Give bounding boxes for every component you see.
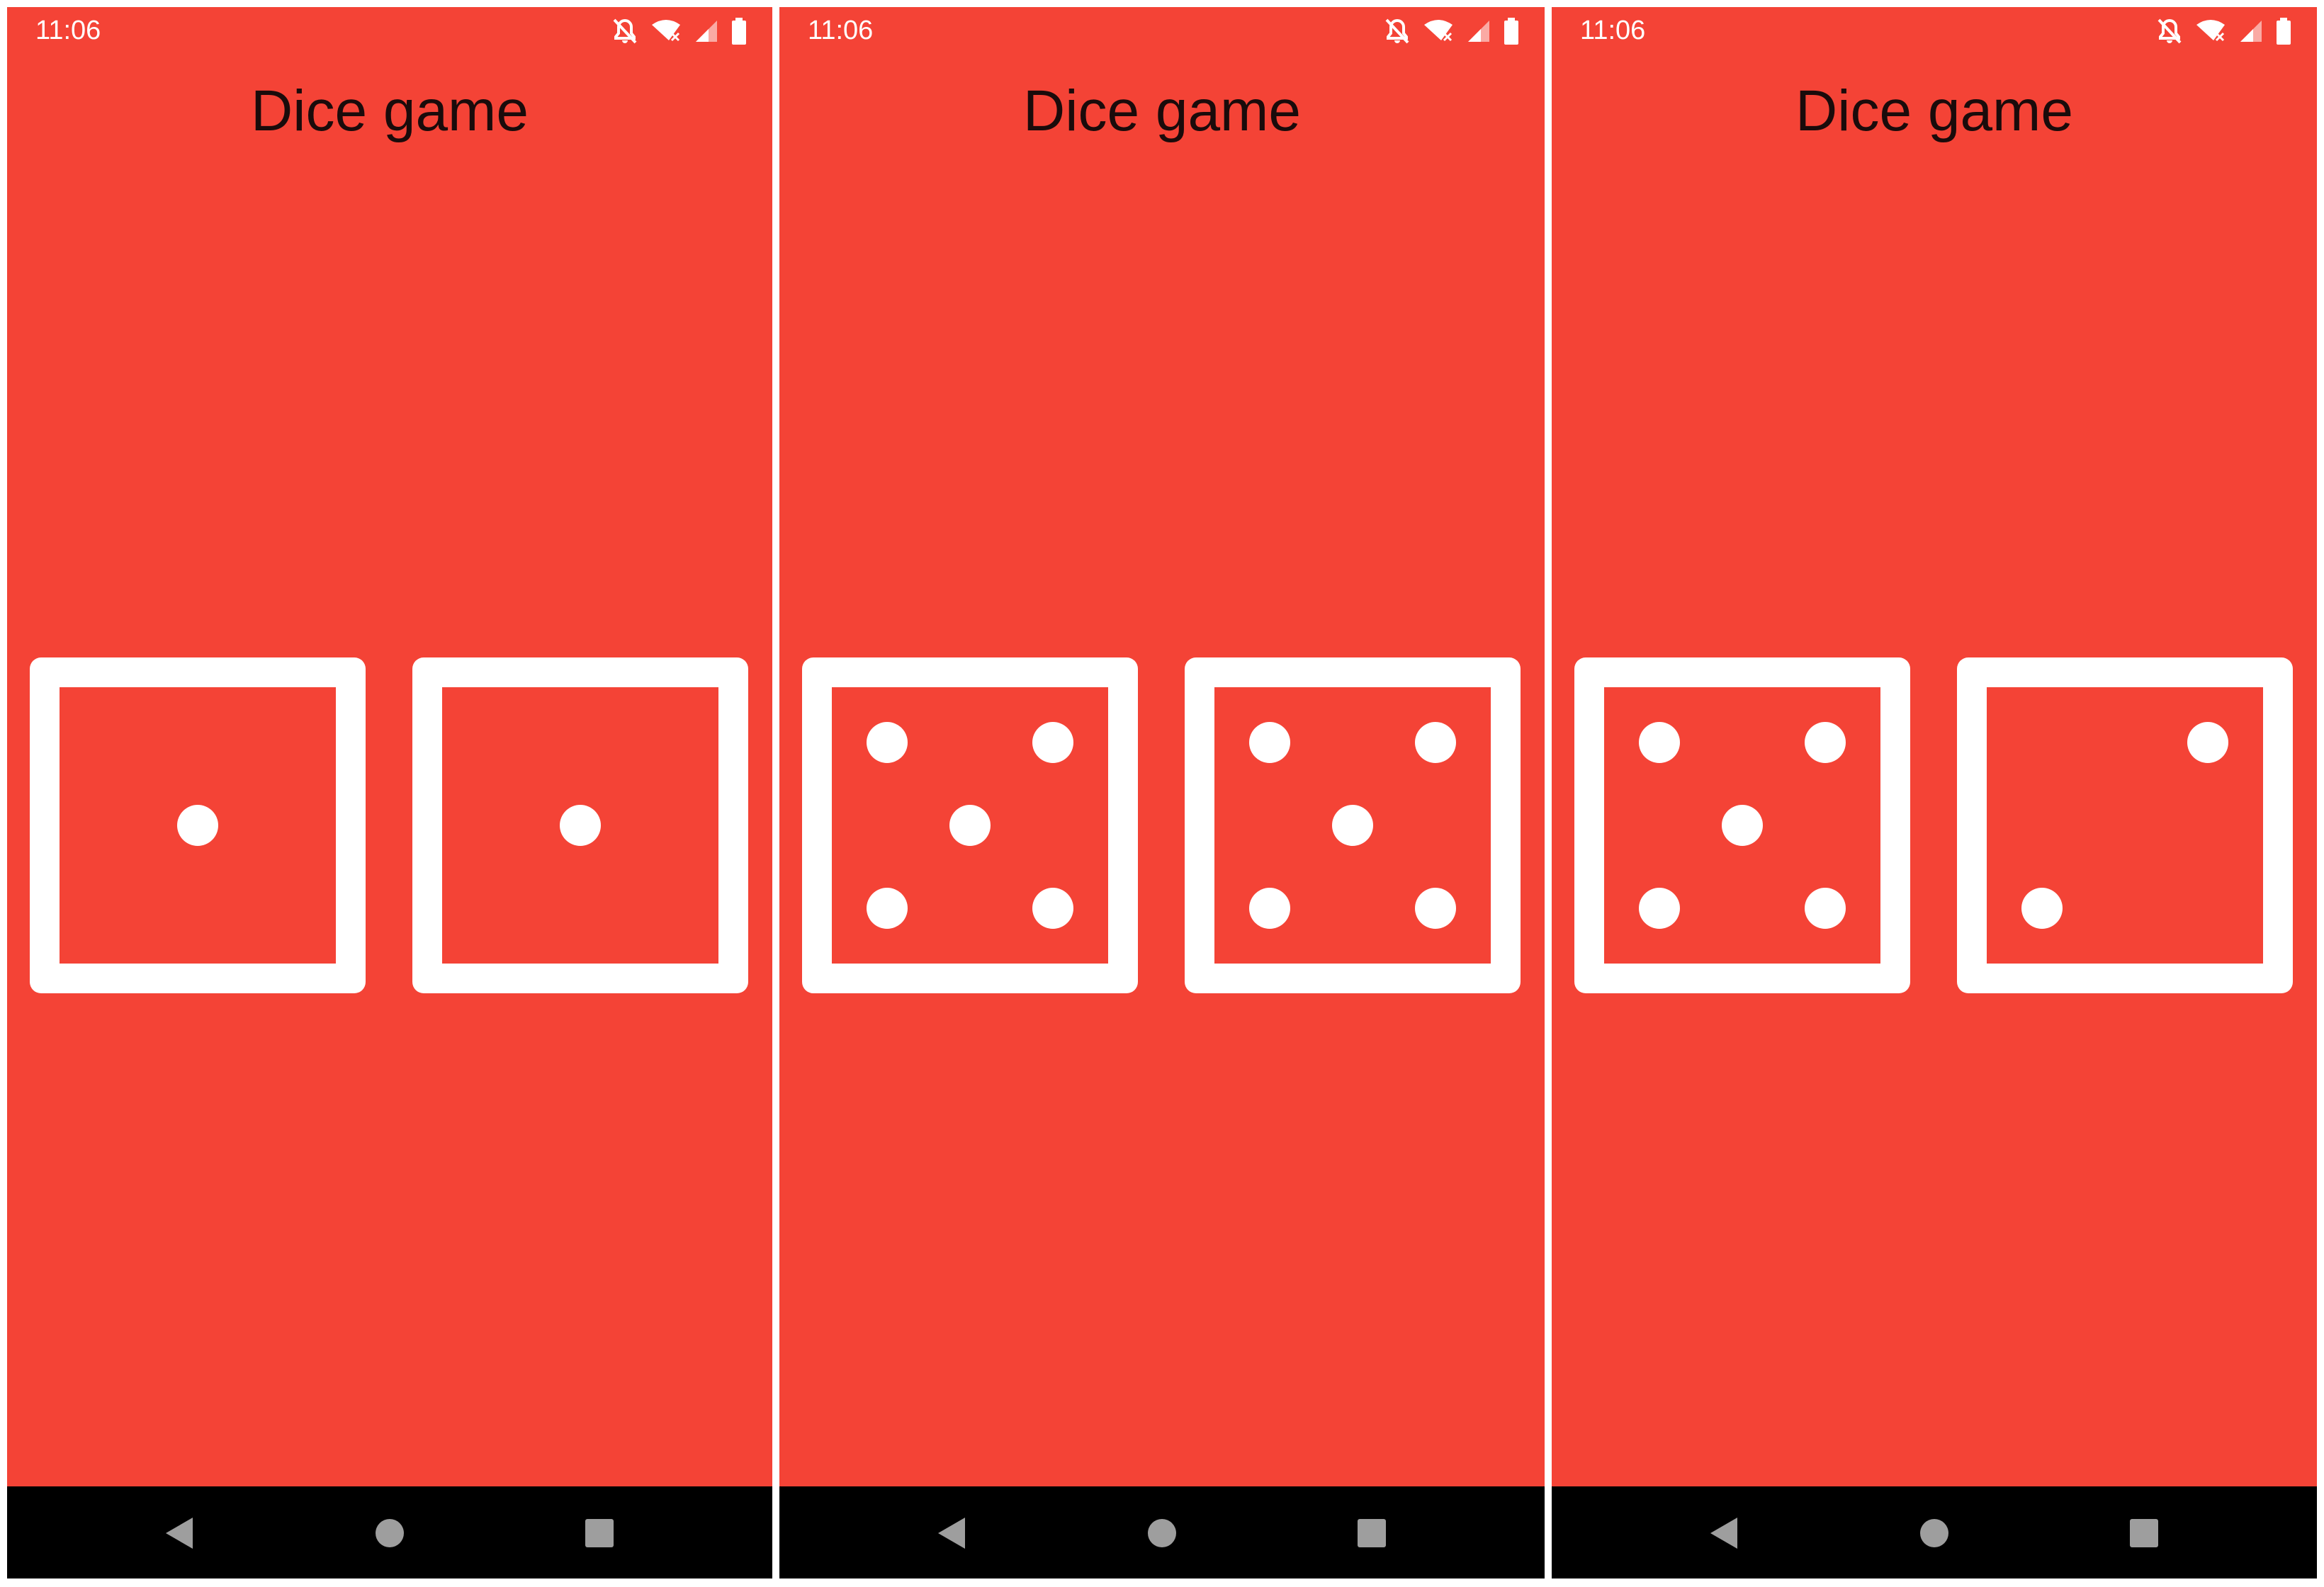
status-icons [1384, 17, 1519, 45]
battery-icon [2276, 18, 2291, 45]
navigation-bar [7, 1486, 772, 1578]
die-pip [1805, 722, 1846, 763]
die-pip [177, 805, 218, 846]
phone-screen-2: 11:06 Dice game [779, 7, 1545, 1578]
navigation-bar [779, 1486, 1545, 1578]
die-pip [2021, 888, 2063, 929]
home-icon[interactable] [371, 1515, 408, 1552]
die-pip [1415, 888, 1456, 929]
recents-icon[interactable] [1353, 1515, 1390, 1552]
status-time: 11:06 [35, 16, 101, 45]
die-pip [560, 805, 601, 846]
die-right[interactable] [412, 657, 748, 993]
dice-row [1552, 657, 2317, 998]
die-pip [1032, 888, 1073, 929]
notifications-off-icon [612, 18, 638, 45]
die-pip [1032, 722, 1073, 763]
die-right[interactable] [1957, 657, 2293, 993]
die-pip [867, 888, 908, 929]
navigation-bar [1552, 1486, 2317, 1578]
battery-icon [1504, 18, 1519, 45]
status-bar: 11:06 [7, 7, 772, 54]
wifi-off-icon [650, 19, 682, 43]
battery-icon [731, 18, 747, 45]
dice-row [779, 657, 1545, 998]
die-pip [1639, 722, 1680, 763]
recents-icon[interactable] [581, 1515, 618, 1552]
phone-screen-3: 11:06 Dice game [1552, 7, 2317, 1578]
die-left[interactable] [802, 657, 1138, 993]
home-icon[interactable] [1144, 1515, 1180, 1552]
die-pip [1249, 722, 1290, 763]
status-time: 11:06 [1580, 16, 1646, 45]
cell-signal-icon [2239, 19, 2263, 43]
recents-icon[interactable] [2126, 1515, 2162, 1552]
die-pip [867, 722, 908, 763]
home-icon[interactable] [1916, 1515, 1953, 1552]
die-pip [1722, 805, 1763, 846]
page-title: Dice game [1795, 79, 2073, 143]
status-icons [612, 17, 747, 45]
die-left[interactable] [30, 657, 366, 993]
die-pip [1415, 722, 1456, 763]
status-bar: 11:06 [779, 7, 1545, 54]
status-bar: 11:06 [1552, 7, 2317, 54]
notifications-off-icon [1384, 18, 1410, 45]
die-pip [1805, 888, 1846, 929]
status-time: 11:06 [808, 16, 874, 45]
cell-signal-icon [1467, 19, 1491, 43]
page-title: Dice game [1023, 79, 1301, 143]
wifi-off-icon [1423, 19, 1454, 43]
page-title: Dice game [251, 79, 529, 143]
back-icon[interactable] [162, 1515, 198, 1552]
die-left[interactable] [1574, 657, 1910, 993]
cell-signal-icon [694, 19, 718, 43]
die-pip [1332, 805, 1373, 846]
die-pip [949, 805, 991, 846]
wifi-off-icon [2195, 19, 2226, 43]
notifications-off-icon [2157, 18, 2182, 45]
dice-row [7, 657, 772, 998]
die-pip [1249, 888, 1290, 929]
phone-screen-1: 11:06 Dice game [7, 7, 772, 1578]
back-icon[interactable] [934, 1515, 971, 1552]
die-pip [2187, 722, 2228, 763]
status-icons [2157, 17, 2291, 45]
back-icon[interactable] [1706, 1515, 1743, 1552]
die-pip [1639, 888, 1680, 929]
die-right[interactable] [1185, 657, 1521, 993]
